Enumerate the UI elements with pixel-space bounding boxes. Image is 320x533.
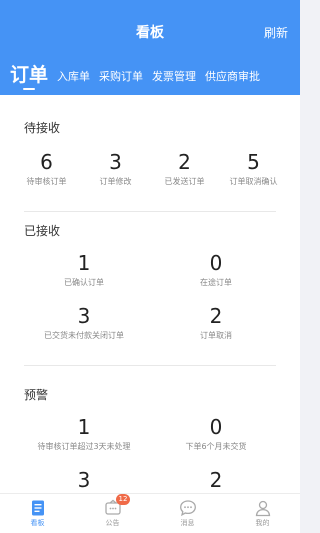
tab-inbound[interactable]: 入库单 <box>57 68 90 90</box>
stat-value: 3 <box>77 468 91 492</box>
pending-section-title: 待接收 <box>24 121 61 135</box>
tab-purchase-orders[interactable]: 采购订单 <box>99 68 143 90</box>
tab-bar: 订单 入库单 采购订单 发票管理 供应商审批 <box>10 62 300 90</box>
stat-label: 订单取消确认 <box>229 177 278 186</box>
received-section: 已接收 1 已确认订单 0 在途订单 3 已交货未付款关闭订单 2 订单取消 <box>0 212 300 366</box>
warning-section: 预警 1 待审核订单超过3天未处理 0 下单6个月未交货 3 2 <box>0 366 300 492</box>
stat-value: 2 <box>178 150 191 174</box>
stat-value: 3 <box>77 304 91 328</box>
pending-section: 待接收 6 待审核订单 3 订单修改 2 已发送订单 5 订单取消确认 <box>0 95 300 212</box>
stat-value: 2 <box>209 304 223 328</box>
stat-review-overdue[interactable]: 1 待审核订单超过3天未处理 <box>18 415 150 452</box>
stat-value: 0 <box>209 415 223 439</box>
stat-order-modification[interactable]: 3 订单修改 <box>81 150 150 187</box>
tab-invoices[interactable]: 发票管理 <box>152 68 196 90</box>
stat-label: 订单取消 <box>200 331 232 340</box>
tab-supplier-approval[interactable]: 供应商审批 <box>205 68 260 90</box>
refresh-button[interactable]: 刷新 <box>264 24 288 41</box>
app-header: 看板 刷新 订单 入库单 采购订单 发票管理 供应商审批 <box>0 0 300 95</box>
warning-section-title: 预警 <box>24 388 49 402</box>
nav-messages[interactable]: 消息 <box>163 499 213 528</box>
stat-warning-3[interactable]: 3 <box>18 468 150 492</box>
stat-value: 0 <box>209 251 223 275</box>
stat-value: 1 <box>77 251 91 275</box>
page-title: 看板 <box>136 25 164 41</box>
stat-value: 3 <box>109 150 122 174</box>
stat-confirmed-orders[interactable]: 1 已确认订单 <box>18 251 150 288</box>
stat-sent-orders[interactable]: 2 已发送订单 <box>150 150 219 187</box>
stat-warning-4[interactable]: 2 <box>150 468 282 492</box>
nav-announcements[interactable]: 12 公告 <box>88 494 138 528</box>
received-section-title: 已接收 <box>24 224 61 238</box>
notification-badge: 12 <box>115 494 131 505</box>
dashboard-content: 待接收 6 待审核订单 3 订单修改 2 已发送订单 5 订单取消确认 已接收 <box>0 95 300 493</box>
stat-label: 待审核订单超过3天未处理 <box>37 442 131 451</box>
nav-label: 消息 <box>180 519 195 527</box>
stat-delivered-unpaid[interactable]: 3 已交货未付款关闭订单 <box>18 304 150 341</box>
stat-label: 已交货未付款关闭订单 <box>44 331 124 340</box>
nav-label: 看板 <box>30 519 45 527</box>
nav-label: 我的 <box>255 519 270 527</box>
stat-value: 5 <box>247 150 260 174</box>
stat-order-cancelled[interactable]: 2 订单取消 <box>150 304 282 341</box>
stat-label: 已发送订单 <box>164 177 205 186</box>
stat-label: 订单修改 <box>99 177 132 186</box>
stat-label: 下单6个月未交货 <box>185 442 247 451</box>
dashboard-icon <box>31 500 44 516</box>
stat-undelivered-6-months[interactable]: 0 下单6个月未交货 <box>150 415 282 452</box>
bottom-nav: 看板 12 公告 消息 我的 <box>0 493 300 533</box>
tab-orders[interactable]: 订单 <box>10 62 48 90</box>
stat-label: 已确认订单 <box>64 278 104 287</box>
stat-cancel-confirm[interactable]: 5 订单取消确认 <box>219 150 288 187</box>
message-icon <box>179 500 196 517</box>
nav-label: 公告 <box>105 519 120 527</box>
stat-value: 1 <box>77 415 91 439</box>
stat-value: 6 <box>40 150 53 174</box>
profile-icon <box>255 500 270 517</box>
stat-value: 2 <box>209 468 223 492</box>
nav-dashboard[interactable]: 看板 <box>13 499 63 528</box>
nav-profile[interactable]: 我的 <box>238 499 288 528</box>
stat-in-transit[interactable]: 0 在途订单 <box>150 251 282 288</box>
stat-label: 待审核订单 <box>26 177 67 186</box>
stat-label: 在途订单 <box>200 278 232 287</box>
stat-pending-review[interactable]: 6 待审核订单 <box>12 150 81 187</box>
